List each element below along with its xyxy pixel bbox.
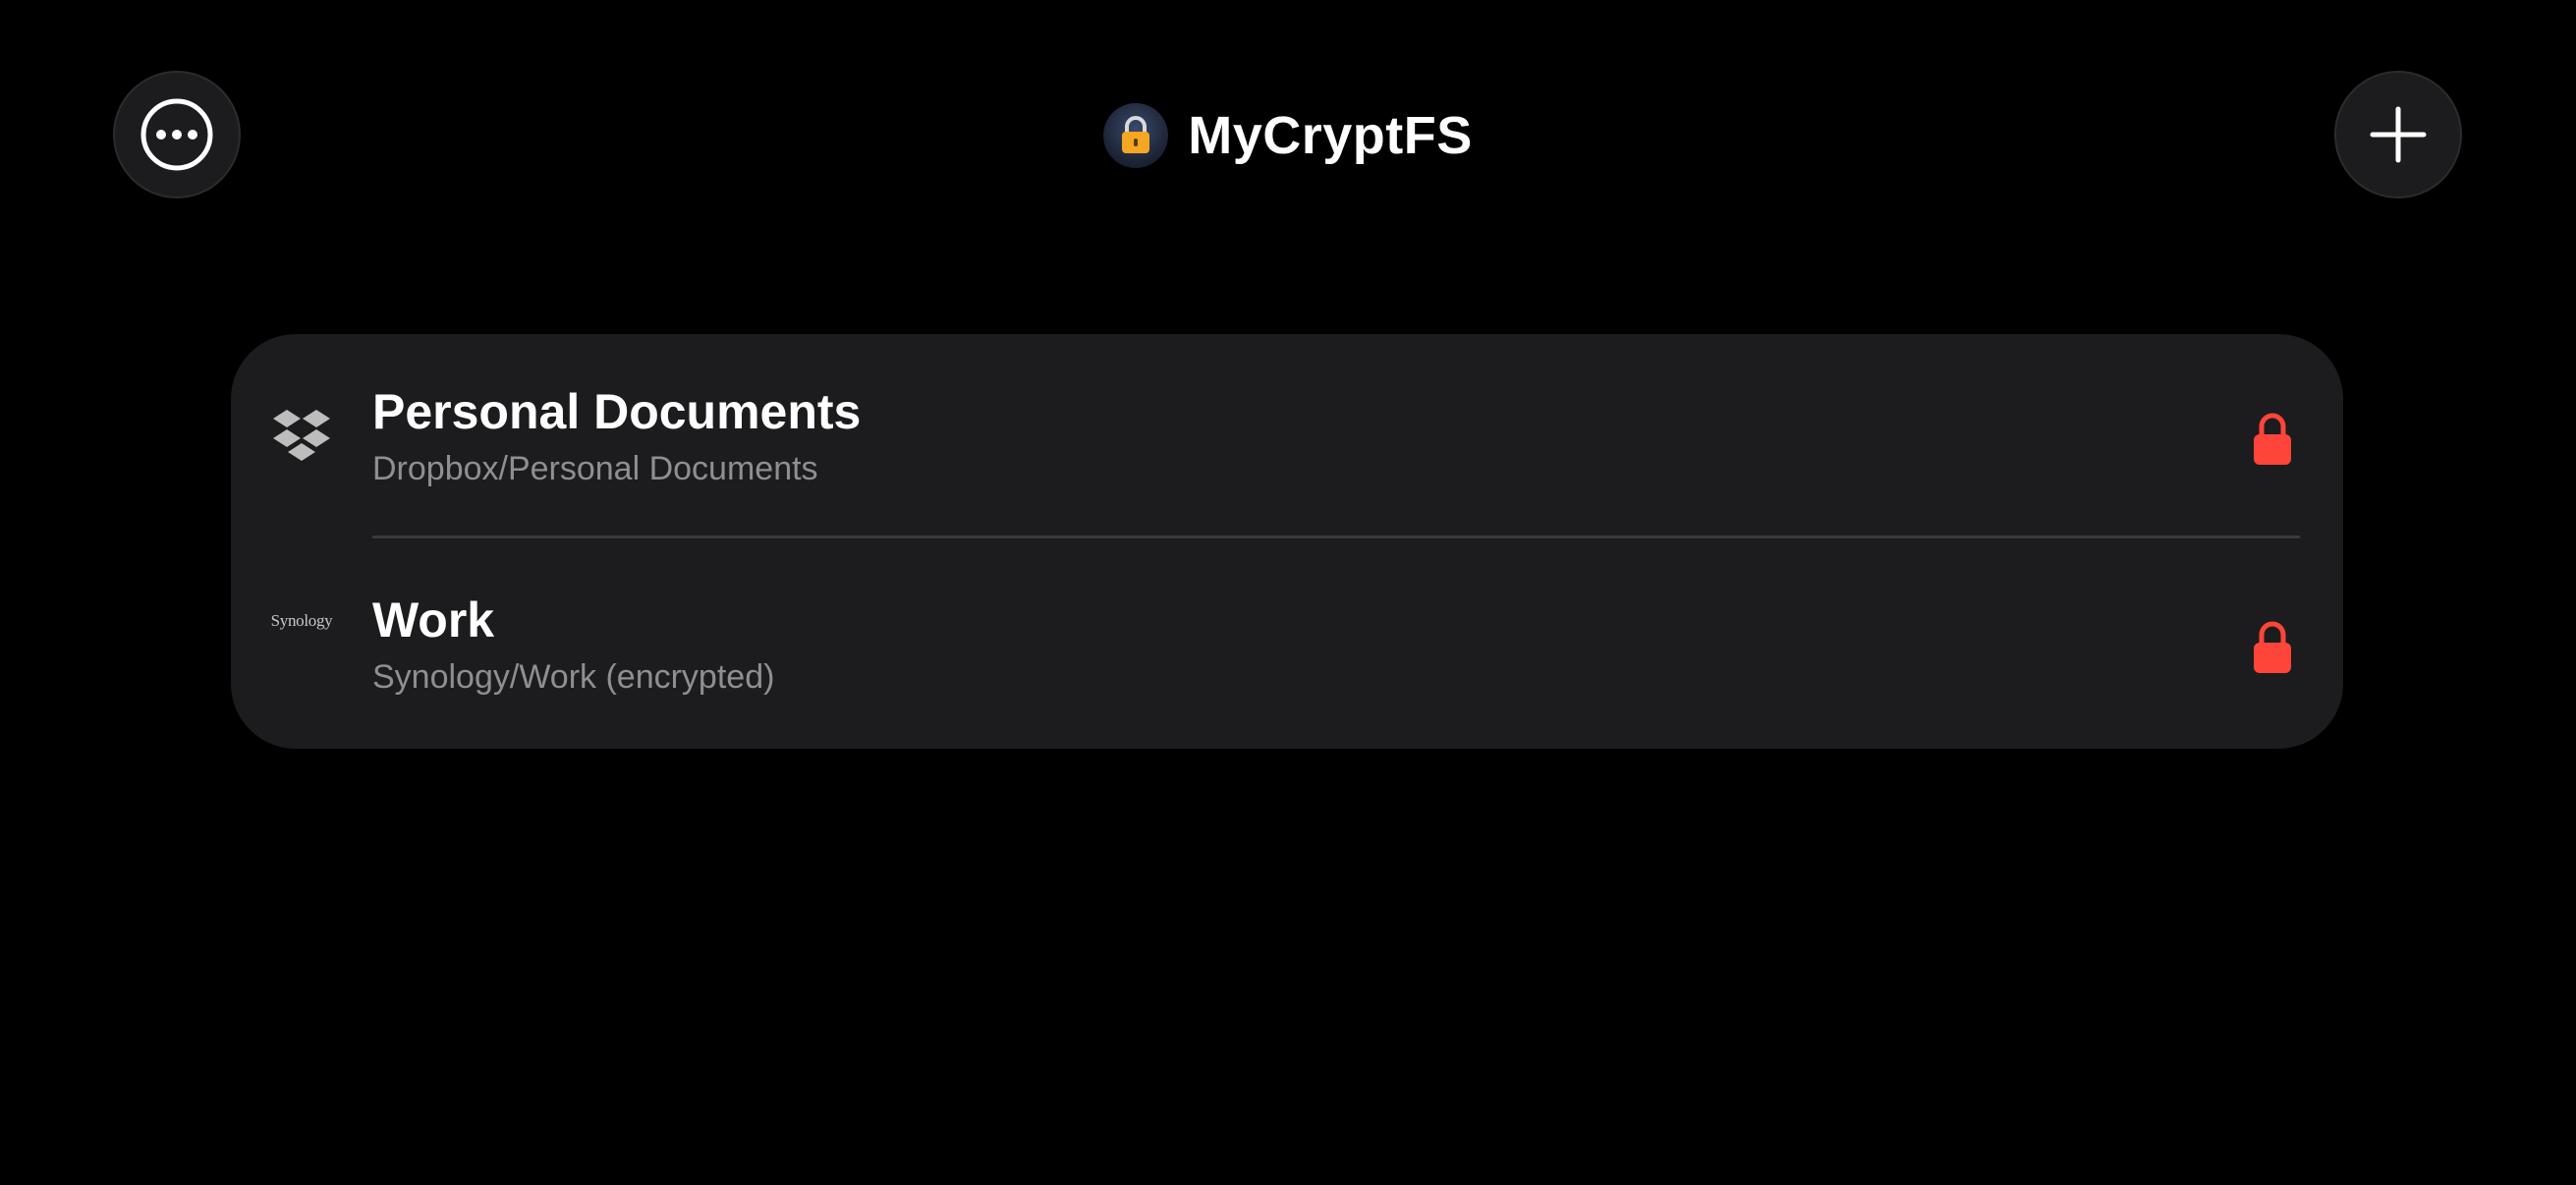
vault-name: Personal Documents [372,384,862,439]
synology-logo: Synology [270,601,333,641]
app-screen: MyCryptFS Personal Documents Dropbox/Per… [0,0,2576,1185]
padlock-app-icon [1103,103,1169,168]
dropbox-icon [270,407,333,462]
row-divider [372,536,2300,538]
locked-icon [2254,413,2291,465]
vault-row-work[interactable]: Synology Work Synology/Work (encrypted) [231,542,2343,749]
vault-list: Personal Documents Dropbox/Personal Docu… [231,334,2343,749]
vault-path: Synology/Work (encrypted) [372,658,775,696]
vault-path: Dropbox/Personal Documents [372,450,818,487]
vault-name: Work [372,592,495,648]
page-title: MyCryptFS [1188,106,1473,165]
plus-icon [2370,106,2427,163]
header-title-group: MyCryptFS [0,102,2576,169]
add-vault-button[interactable] [2334,71,2462,198]
vault-row-personal-documents[interactable]: Personal Documents Dropbox/Personal Docu… [231,334,2343,540]
locked-icon [2254,621,2291,673]
synology-logo-text: Synology [270,611,333,630]
